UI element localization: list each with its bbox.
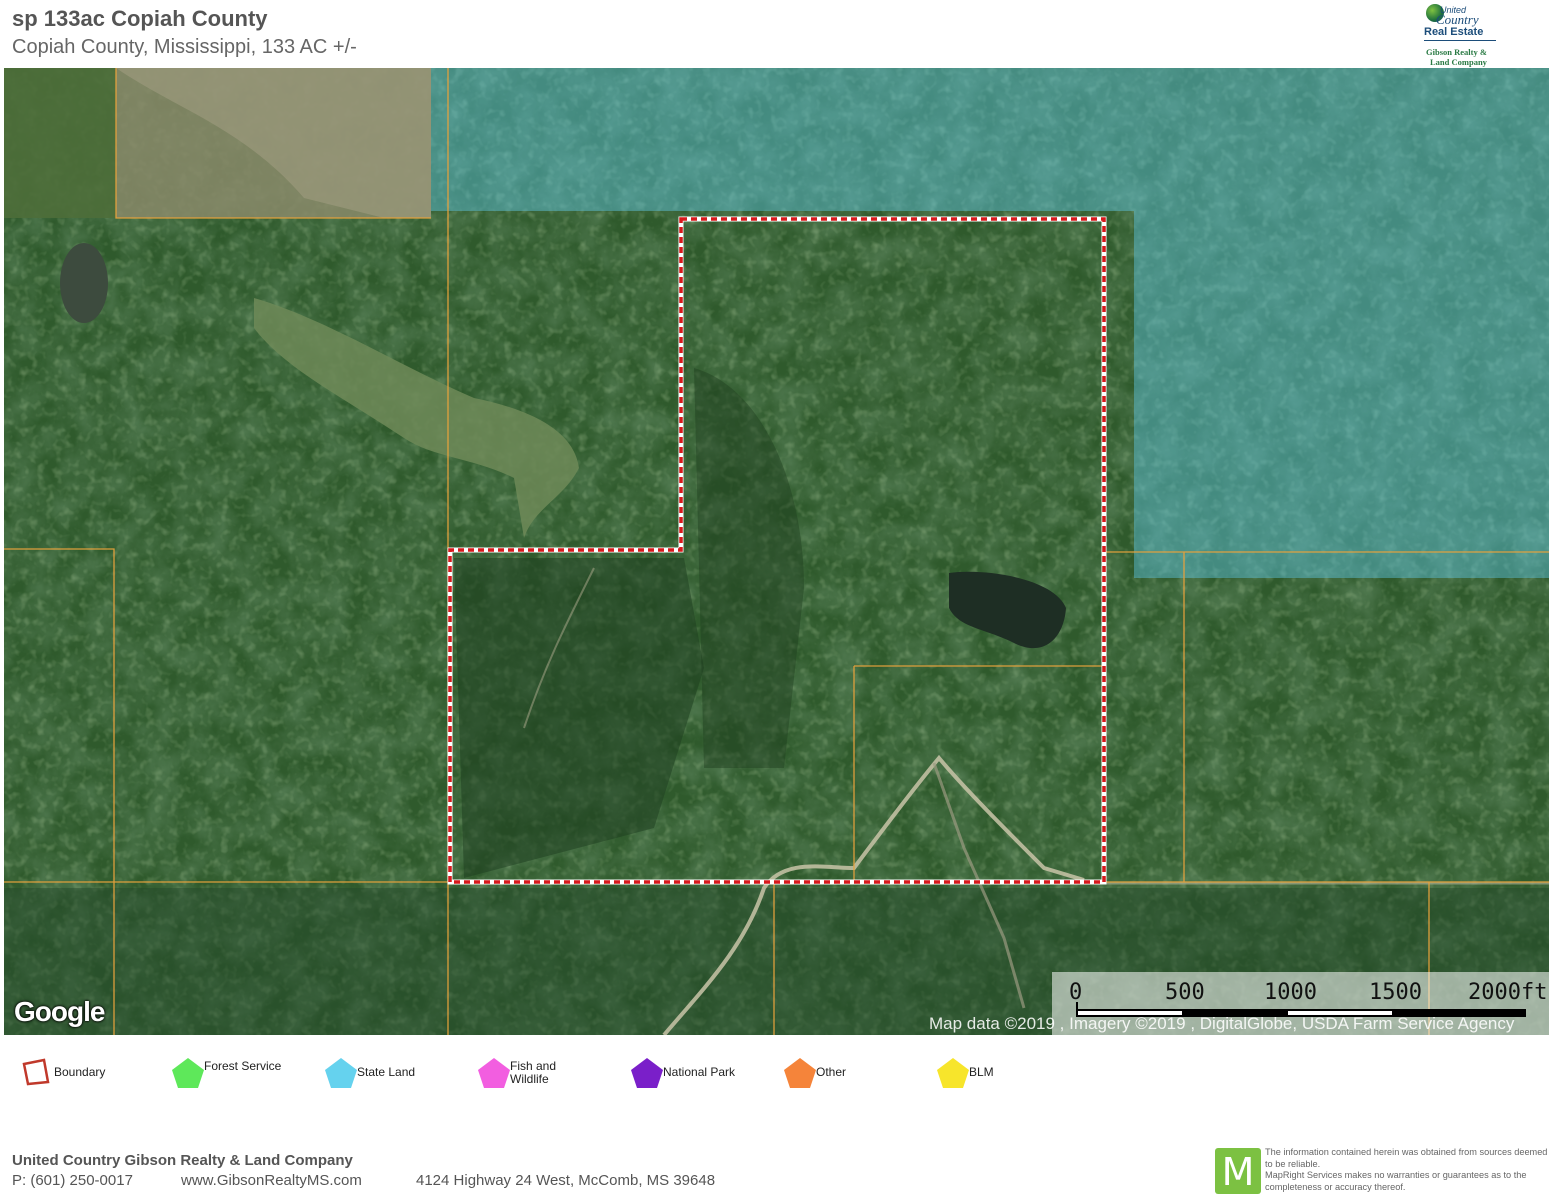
- page-subtitle: Copiah County, Mississippi, 133 AC +/-: [12, 36, 357, 58]
- pentagon-icon: [937, 1058, 969, 1088]
- scale-bar: 0 500 1000 1500 2000ft: [1052, 972, 1549, 1035]
- logo-line-5: Land Company: [1430, 57, 1487, 67]
- scale-label-0: 0: [1069, 980, 1083, 1005]
- footer-disclaimer: The information contained herein was obt…: [1265, 1147, 1548, 1192]
- pond: [60, 243, 108, 323]
- boundary-outline-icon: [22, 1058, 50, 1086]
- footer-phone: P: (601) 250-0017: [12, 1172, 133, 1189]
- legend-label: BLM: [969, 1065, 994, 1079]
- legend-other: Other: [782, 1056, 922, 1092]
- footer-website-link[interactable]: www.GibsonRealtyMS.com: [181, 1172, 362, 1189]
- scale-label-500: 500: [1165, 980, 1205, 1005]
- pentagon-icon: [784, 1058, 816, 1088]
- pentagon-icon: [325, 1058, 357, 1088]
- legend-label: Boundary: [54, 1065, 106, 1079]
- legend-forest-service: Forest Service: [170, 1056, 310, 1092]
- legend-label: Forest Service: [204, 1059, 282, 1073]
- footer-address: 4124 Highway 24 West, McComb, MS 39648: [416, 1172, 716, 1189]
- legend-national-park: National Park: [629, 1056, 769, 1092]
- scale-label-1500: 1500: [1369, 980, 1422, 1005]
- logo-line-3: Real Estate: [1424, 26, 1484, 38]
- united-country-logo: United Country Real Estate Gibson Realty…: [1418, 2, 1502, 68]
- mapright-logo: M: [1215, 1148, 1261, 1194]
- footer-company: United Country Gibson Realty & Land Comp…: [12, 1152, 353, 1169]
- scale-label-2000ft: 2000ft: [1468, 980, 1548, 1005]
- pentagon-icon: [478, 1058, 510, 1088]
- mapright-logo-letter: M: [1221, 1150, 1255, 1194]
- satellite-map[interactable]: Google Map data ©2019 , Imagery ©2019 , …: [4, 68, 1549, 1035]
- logo-divider: [1424, 40, 1496, 41]
- logo-line-4: Gibson Realty &: [1426, 47, 1487, 57]
- google-logo: Google: [14, 996, 105, 1027]
- legend-label: Fish and Wildlife: [510, 1059, 557, 1086]
- legend-blm: BLM: [935, 1056, 1075, 1092]
- legend-state-land: State Land: [323, 1056, 463, 1092]
- page-title: sp 133ac Copiah County: [12, 6, 268, 31]
- legend-fish-and-wildlife: Fish and Wildlife: [476, 1056, 616, 1092]
- pentagon-icon: [172, 1058, 204, 1088]
- legend-label: National Park: [663, 1065, 736, 1079]
- scale-label-1000: 1000: [1264, 980, 1317, 1005]
- satellite-imagery: [4, 68, 1549, 1035]
- pentagon-icon: [631, 1058, 663, 1088]
- legend-label: State Land: [357, 1065, 416, 1079]
- field: [4, 68, 116, 218]
- legend-label: Other: [816, 1065, 847, 1079]
- legend-boundary: Boundary: [20, 1056, 140, 1092]
